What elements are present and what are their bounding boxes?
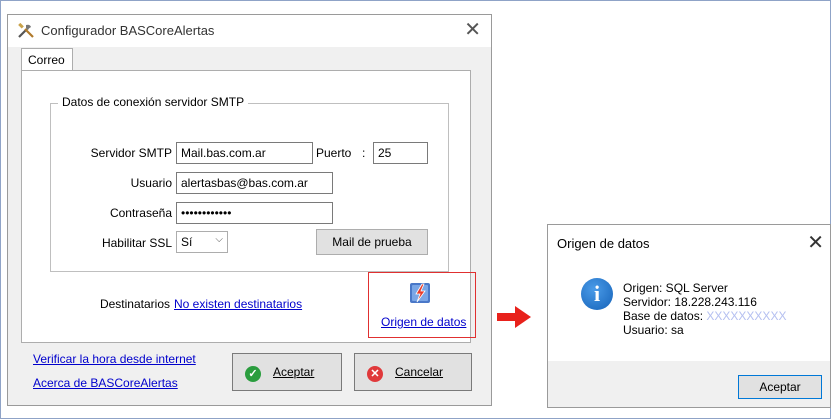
data-source-dialog: Origen de datos ✕ i Origen: SQL Server S… bbox=[547, 224, 831, 408]
recipients-link[interactable]: No existen destinatarios bbox=[174, 297, 302, 311]
dialog-database-value: XXXXXXXXXX bbox=[706, 309, 787, 323]
user-label: Usuario bbox=[130, 176, 172, 190]
data-source-link[interactable]: Origen de datos bbox=[381, 315, 466, 329]
close-icon[interactable]: ✕ bbox=[464, 19, 481, 41]
test-mail-button[interactable]: Mail de prueba bbox=[316, 229, 428, 255]
cancel-button-label: Cancelar bbox=[395, 365, 444, 379]
dialog-server-line: Servidor: 18.228.243.116 bbox=[623, 295, 757, 309]
about-link[interactable]: Acerca de BASCoreAlertas bbox=[33, 376, 178, 390]
port-label: Puerto bbox=[316, 146, 352, 160]
window-title: Configurador BASCoreAlertas bbox=[41, 23, 215, 38]
accept-button[interactable]: ✓ Aceptar bbox=[232, 353, 342, 391]
info-icon: i bbox=[581, 278, 613, 310]
ssl-label: Habilitar SSL bbox=[101, 236, 172, 250]
tab-correo[interactable]: Correo bbox=[21, 48, 73, 71]
password-input[interactable]: •••••••••••• bbox=[176, 202, 333, 224]
cancel-button[interactable]: ✕ Cancelar bbox=[354, 353, 472, 391]
dialog-user-line: Usuario: sa bbox=[623, 323, 684, 337]
arrow-right-icon bbox=[497, 306, 531, 328]
dialog-database-line: Base de datos: XXXXXXXXXX bbox=[623, 309, 786, 323]
dialog-title-bar: Origen de datos ✕ bbox=[548, 225, 830, 263]
dialog-database-label: Base de datos: bbox=[623, 309, 704, 323]
verify-time-link[interactable]: Verificar la hora desde internet bbox=[33, 352, 196, 366]
port-input[interactable]: 25 bbox=[373, 142, 428, 164]
tools-icon bbox=[18, 23, 34, 38]
smtp-group-title: Datos de conexión servidor SMTP bbox=[58, 95, 249, 109]
accept-button-label: Aceptar bbox=[273, 365, 315, 379]
chevron-down-icon: ⌵ bbox=[215, 234, 223, 245]
close-icon[interactable]: ✕ bbox=[807, 233, 824, 253]
title-bar: Configurador BASCoreAlertas ✕ bbox=[8, 15, 491, 47]
user-input[interactable]: alertasbas@bas.com.ar bbox=[176, 172, 333, 194]
port-separator: : bbox=[362, 146, 366, 160]
smtp-server-input[interactable]: Mail.bas.com.ar bbox=[176, 142, 313, 164]
check-circle-icon: ✓ bbox=[245, 366, 261, 382]
password-label: Contraseña bbox=[109, 206, 172, 220]
dialog-accept-button[interactable]: Aceptar bbox=[738, 375, 822, 399]
ssl-select[interactable]: Sí ⌵ bbox=[176, 231, 228, 253]
database-lightning-icon[interactable] bbox=[408, 281, 432, 305]
dialog-origin-line: Origen: SQL Server bbox=[623, 281, 728, 295]
dialog-title: Origen de datos bbox=[557, 236, 650, 251]
recipients-label: Destinatarios bbox=[99, 297, 170, 311]
x-circle-icon: ✕ bbox=[367, 366, 383, 382]
ssl-selected-value: Sí bbox=[181, 235, 193, 249]
smtp-server-label: Servidor SMTP bbox=[90, 146, 172, 160]
